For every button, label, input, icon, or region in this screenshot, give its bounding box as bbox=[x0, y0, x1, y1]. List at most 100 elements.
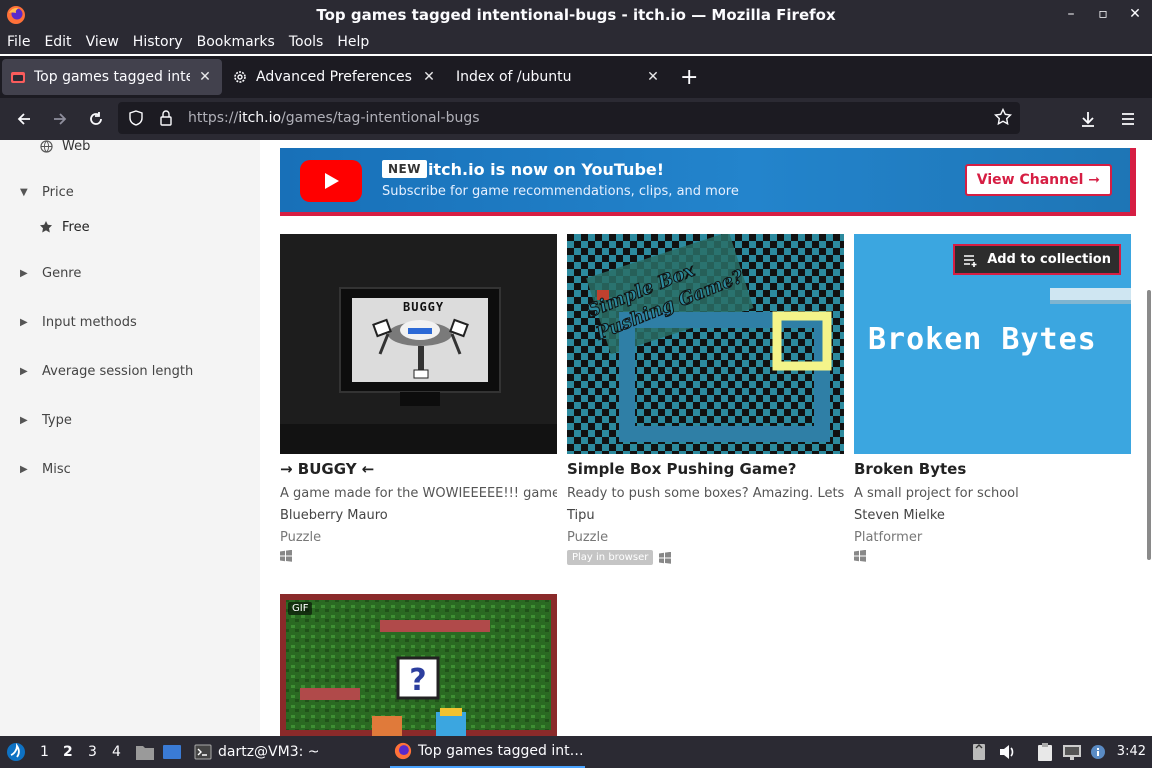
page-scrollbar[interactable] bbox=[1146, 140, 1152, 736]
workspace-1[interactable]: 1 bbox=[40, 736, 49, 768]
menu-history[interactable]: History bbox=[133, 34, 183, 50]
tab-advanced-preferences[interactable]: Advanced Preferences ✕ bbox=[224, 59, 446, 95]
filter-type[interactable]: ▶ Type bbox=[0, 410, 72, 430]
back-arrow-icon bbox=[17, 113, 30, 125]
back-button[interactable] bbox=[6, 101, 42, 137]
volume-icon bbox=[1000, 745, 1014, 759]
url-text[interactable]: https://itch.io/games/tag-intentional-bu… bbox=[188, 110, 480, 126]
clipboard-tray[interactable] bbox=[1036, 736, 1054, 768]
svg-text:?: ? bbox=[409, 663, 426, 698]
nav-bar: https://itch.io/games/tag-intentional-bu… bbox=[0, 98, 1152, 140]
volume-tray[interactable] bbox=[999, 736, 1017, 768]
scrollbar-thumb[interactable] bbox=[1147, 290, 1151, 560]
bookmark-star-icon[interactable] bbox=[993, 107, 1013, 130]
filter-session-length[interactable]: ▶ Average session length bbox=[0, 361, 193, 381]
forward-button[interactable] bbox=[42, 101, 78, 137]
filter-genre[interactable]: ▶ Genre bbox=[0, 263, 81, 283]
reload-button[interactable] bbox=[78, 101, 114, 137]
game-title[interactable]: → BUGGY ← bbox=[280, 460, 374, 478]
filter-misc-label: Misc bbox=[42, 461, 71, 477]
file-manager-launcher[interactable] bbox=[135, 736, 155, 768]
shield-icon[interactable] bbox=[124, 110, 148, 126]
filter-free[interactable]: Free bbox=[38, 217, 90, 237]
game-thumbnail[interactable]: BUGGY bbox=[280, 234, 557, 454]
close-icon[interactable]: ✕ bbox=[644, 69, 662, 85]
game-description: A game made for the WOWIEEEEE!!! game ..… bbox=[280, 486, 557, 501]
clock[interactable]: 3:42 bbox=[1117, 744, 1146, 759]
platform-list bbox=[280, 550, 292, 562]
game-author[interactable]: Tipu bbox=[567, 508, 595, 523]
filter-price-label: Price bbox=[42, 184, 74, 200]
clipboard-icon bbox=[1038, 743, 1052, 761]
close-window-button[interactable]: ✕ bbox=[1126, 6, 1144, 22]
menu-tools[interactable]: Tools bbox=[289, 34, 324, 50]
menu-help[interactable]: Help bbox=[337, 34, 369, 50]
globe-icon bbox=[38, 140, 54, 153]
workspace-4[interactable]: 4 bbox=[112, 736, 121, 768]
buggy-thumb-text: BUGGY bbox=[403, 300, 445, 314]
downloads-button[interactable] bbox=[1070, 101, 1106, 137]
menu-bookmarks[interactable]: Bookmarks bbox=[197, 34, 275, 50]
download-icon bbox=[1082, 112, 1094, 127]
lock-icon[interactable] bbox=[154, 110, 178, 126]
game-thumbnail[interactable]: Simple Box Pushing Game? bbox=[567, 234, 844, 454]
show-desktop-launcher[interactable] bbox=[162, 736, 182, 768]
view-channel-button[interactable]: View Channel ➞ bbox=[964, 164, 1112, 196]
terminal-task[interactable]: dartz@VM3: ~ bbox=[194, 736, 320, 768]
game-genre: Puzzle bbox=[280, 530, 322, 545]
menu-file[interactable]: File bbox=[7, 34, 30, 50]
game-genre: Platformer bbox=[854, 530, 923, 545]
caret-right-icon: ▶ bbox=[20, 267, 28, 279]
tab-label: Index of /ubuntu bbox=[456, 69, 572, 85]
app-menu-button[interactable] bbox=[1110, 101, 1146, 137]
menu-edit[interactable]: Edit bbox=[44, 34, 71, 50]
gif-badge: GIF bbox=[288, 602, 313, 615]
title-bar: Top games tagged intentional-bugs - itch… bbox=[0, 0, 1152, 30]
close-icon[interactable]: ✕ bbox=[196, 69, 214, 85]
filter-misc[interactable]: ▶ Misc bbox=[0, 459, 71, 479]
game-title[interactable]: Simple Box Pushing Game? bbox=[567, 460, 796, 478]
new-tab-button[interactable]: + bbox=[680, 65, 698, 90]
network-tray[interactable] bbox=[1062, 736, 1082, 768]
star-icon bbox=[38, 220, 54, 234]
start-menu-button[interactable] bbox=[6, 736, 26, 768]
game-thumbnail[interactable]: Broken Bytes Add to collection bbox=[854, 234, 1131, 454]
drive-icon bbox=[973, 744, 985, 760]
add-to-collection-button[interactable]: Add to collection bbox=[953, 244, 1121, 275]
desktop-icon bbox=[163, 745, 181, 759]
tab-index-ubuntu[interactable]: Index of /ubuntu ✕ bbox=[448, 59, 670, 95]
lubuntu-logo-icon bbox=[7, 743, 25, 761]
close-icon[interactable]: ✕ bbox=[420, 69, 438, 85]
menu-view[interactable]: View bbox=[86, 34, 119, 50]
maximize-button[interactable]: ▫ bbox=[1094, 6, 1112, 22]
updates-tray[interactable] bbox=[1090, 736, 1106, 768]
caret-down-icon: ▼ bbox=[20, 186, 28, 198]
hamburger-icon bbox=[1122, 113, 1134, 125]
game-author[interactable]: Steven Mielke bbox=[854, 508, 945, 523]
filter-price[interactable]: ▼ Price bbox=[0, 182, 74, 202]
filter-free-label: Free bbox=[62, 219, 90, 235]
url-bar[interactable]: https://itch.io/games/tag-intentional-bu… bbox=[118, 102, 1020, 134]
workspace-2[interactable]: 2 bbox=[63, 736, 73, 768]
firefox-task[interactable]: Top games tagged int… bbox=[390, 736, 585, 768]
filter-web[interactable]: Web bbox=[38, 140, 90, 156]
banner-subtitle: Subscribe for game recommendations, clip… bbox=[382, 184, 739, 199]
caret-right-icon: ▶ bbox=[20, 414, 28, 426]
tab-itchio[interactable]: Top games tagged intent ✕ bbox=[2, 59, 222, 95]
filter-input-methods[interactable]: ▶ Input methods bbox=[0, 312, 137, 332]
tab-label: Advanced Preferences bbox=[256, 69, 412, 85]
itchio-icon bbox=[11, 72, 25, 83]
workspace-3[interactable]: 3 bbox=[88, 736, 97, 768]
minimize-button[interactable]: – bbox=[1062, 6, 1080, 22]
game-description: A small project for school bbox=[854, 486, 1019, 501]
window-title: Top games tagged intentional-bugs - itch… bbox=[316, 6, 836, 24]
storage-tray[interactable] bbox=[972, 736, 986, 768]
youtube-banner[interactable]: NEW itch.io is now on YouTube! Subscribe… bbox=[280, 148, 1136, 216]
game-thumbnail[interactable]: ? GIF bbox=[280, 594, 557, 736]
game-title[interactable]: Broken Bytes bbox=[854, 460, 966, 478]
gear-icon bbox=[234, 71, 246, 83]
caret-right-icon: ▶ bbox=[20, 365, 28, 377]
broken-bytes-thumb-text: Broken Bytes bbox=[868, 322, 1097, 357]
filter-web-label: Web bbox=[62, 140, 91, 154]
game-author[interactable]: Blueberry Mauro bbox=[280, 508, 388, 523]
